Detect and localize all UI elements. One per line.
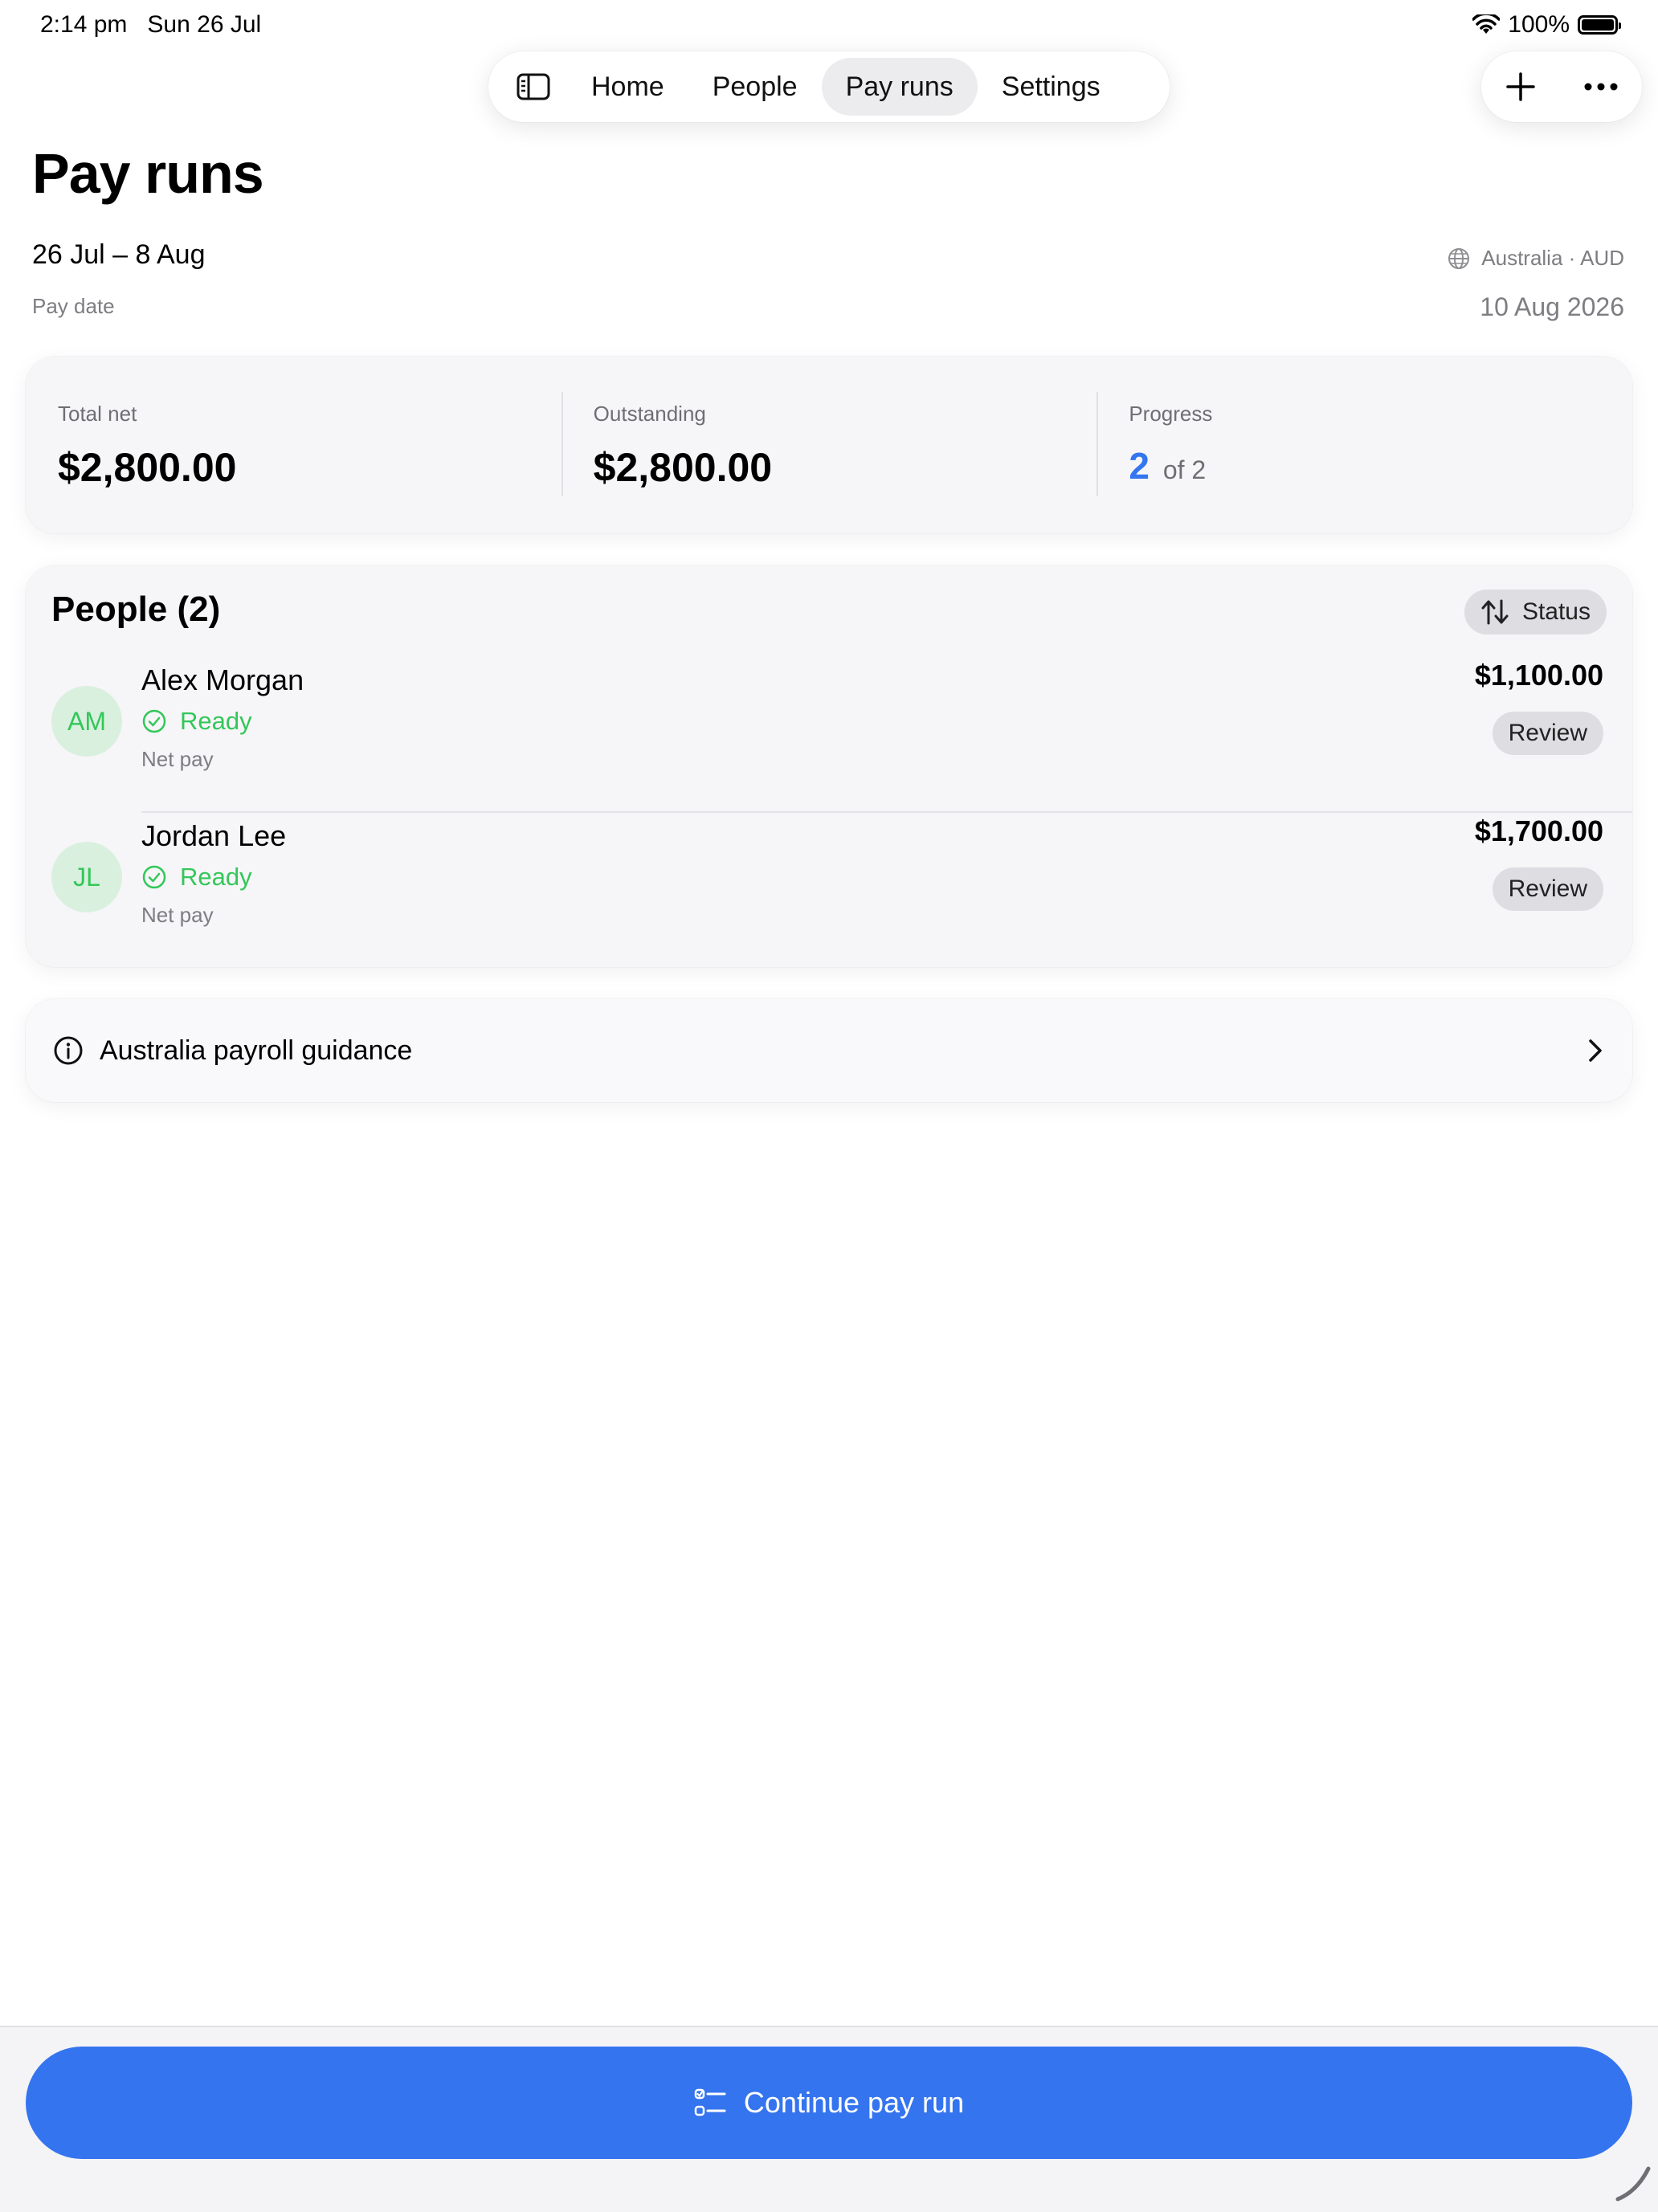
status-bar-time: 2:14 pm Sun 26 Jul bbox=[40, 11, 261, 39]
chevron-right-icon bbox=[1589, 1039, 1602, 1062]
continue-label: Continue pay run bbox=[743, 2086, 965, 2119]
pay-date-label: Pay date bbox=[32, 294, 115, 318]
outstanding-label: Outstanding bbox=[593, 402, 706, 426]
progress-value: 2 of 2 bbox=[1129, 444, 1632, 488]
corner-grabber-icon bbox=[1615, 2166, 1651, 2202]
payroll-guidance-row[interactable]: Australia payroll guidance bbox=[26, 999, 1632, 1102]
region-currency: Australia · AUD bbox=[1448, 246, 1624, 271]
check-circle-icon bbox=[142, 709, 166, 733]
progress-done: 2 bbox=[1129, 445, 1150, 487]
tab-people[interactable]: People bbox=[688, 58, 822, 116]
status-badge: Ready bbox=[141, 707, 252, 736]
net-pay-label: Net pay bbox=[141, 903, 214, 927]
ellipsis-icon[interactable] bbox=[1583, 82, 1619, 92]
status-label: Ready bbox=[180, 707, 252, 735]
guidance-label: Australia payroll guidance bbox=[100, 1035, 413, 1066]
person-row[interactable]: JL Jordan Lee Ready Net pay $1,700.00 Re… bbox=[26, 802, 1632, 957]
info-icon bbox=[54, 1036, 83, 1065]
total-net-label: Total net bbox=[58, 402, 137, 426]
status-date: Sun 26 Jul bbox=[147, 11, 262, 38]
review-button[interactable]: Review bbox=[1492, 867, 1603, 911]
tab-pay-runs[interactable]: Pay runs bbox=[821, 58, 978, 116]
tab-home[interactable]: Home bbox=[567, 58, 688, 116]
sort-label: Status bbox=[1521, 598, 1591, 625]
summary-card: Total net $2,800.00 Outstanding $2,800.0… bbox=[26, 357, 1632, 533]
net-pay-amount: $1,100.00 bbox=[1474, 659, 1603, 692]
region-label: Australia · AUD bbox=[1481, 246, 1624, 270]
review-button[interactable]: Review bbox=[1492, 712, 1603, 755]
pay-period: 26 Jul – 8 Aug bbox=[32, 239, 206, 270]
avatar: JL bbox=[51, 842, 122, 912]
outstanding-value: $2,800.00 bbox=[593, 445, 773, 490]
continue-pay-run-button[interactable]: Continue pay run bbox=[26, 2047, 1632, 2159]
page-title: Pay runs bbox=[32, 142, 264, 205]
people-section-title: People (2) bbox=[51, 590, 221, 629]
sidebar-icon bbox=[517, 73, 550, 100]
avatar: AM bbox=[51, 686, 122, 757]
sort-status-button[interactable]: Status bbox=[1464, 590, 1607, 635]
plus-icon[interactable] bbox=[1505, 71, 1537, 103]
battery-percent: 100% bbox=[1508, 11, 1570, 38]
person-name: Jordan Lee bbox=[141, 819, 287, 852]
progress-label: Progress bbox=[1129, 402, 1213, 426]
status-time: 2:14 pm bbox=[40, 11, 128, 38]
progress-total: of 2 bbox=[1162, 455, 1207, 484]
person-row[interactable]: AM Alex Morgan Ready Net pay $1,100.00 R… bbox=[26, 646, 1632, 802]
status-label: Ready bbox=[180, 863, 252, 891]
outstanding-cell: Outstanding $2,800.00 bbox=[561, 357, 1097, 533]
status-badge: Ready bbox=[141, 863, 252, 892]
top-actions bbox=[1481, 51, 1642, 122]
checklist-icon bbox=[694, 2088, 726, 2116]
total-net-value: $2,800.00 bbox=[58, 445, 237, 490]
top-nav: Home People Pay runs Settings bbox=[488, 51, 1170, 122]
tab-settings[interactable]: Settings bbox=[978, 58, 1125, 116]
battery-icon bbox=[1578, 15, 1621, 35]
globe-icon bbox=[1448, 247, 1470, 269]
people-card: People (2) Status AM Alex Morgan Ready N… bbox=[26, 565, 1632, 967]
person-name: Alex Morgan bbox=[141, 663, 304, 696]
sort-arrows-icon bbox=[1481, 599, 1509, 625]
status-bar-right: 100% bbox=[1472, 11, 1621, 39]
pay-date-value: 10 Aug 2026 bbox=[1480, 292, 1624, 321]
net-pay-label: Net pay bbox=[141, 747, 214, 771]
check-circle-icon bbox=[142, 865, 166, 889]
progress-cell: Progress 2 of 2 bbox=[1096, 357, 1632, 533]
total-net-cell: Total net $2,800.00 bbox=[26, 357, 562, 533]
net-pay-amount: $1,700.00 bbox=[1474, 814, 1603, 847]
wifi-icon bbox=[1472, 14, 1501, 34]
sidebar-toggle-button[interactable] bbox=[500, 58, 567, 116]
